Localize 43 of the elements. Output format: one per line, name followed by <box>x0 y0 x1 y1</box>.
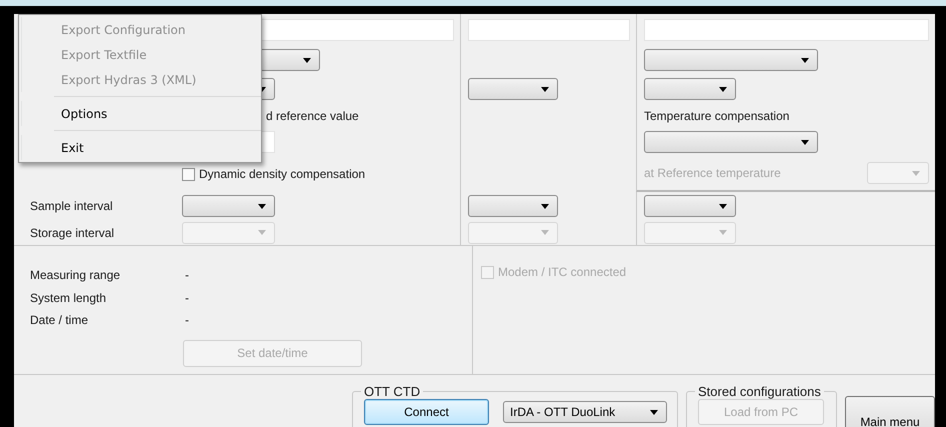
info-value: - <box>185 290 190 305</box>
field-label: Temperature compensation <box>644 109 790 123</box>
text-field[interactable] <box>644 19 929 41</box>
checkbox-label: Dynamic density compensation <box>199 167 366 181</box>
dropdown-caret-icon <box>541 86 549 92</box>
port-dropdown[interactable]: IrDA - OTT DuoLink <box>503 401 667 423</box>
dropdown[interactable] <box>644 49 818 71</box>
dropdown-caret-icon <box>719 204 727 208</box>
info-value: - <box>185 268 190 282</box>
dropdown[interactable] <box>644 195 736 217</box>
info-label: Measuring range <box>30 268 122 282</box>
info-label: Date / time <box>30 313 90 328</box>
group-title: OTT CTD <box>363 384 422 399</box>
dropdown[interactable] <box>182 195 275 217</box>
text-field[interactable] <box>468 19 630 41</box>
connect-button[interactable]: Connect <box>364 399 489 425</box>
dropdown-caret-icon <box>912 170 920 176</box>
info-label: System length <box>30 290 108 305</box>
checkbox[interactable] <box>182 168 195 180</box>
dropdown[interactable] <box>644 78 736 100</box>
dropdown-caret-icon <box>801 58 809 62</box>
field-label: d reference value <box>266 109 359 123</box>
main-menu-button[interactable]: Main menu <box>845 396 935 427</box>
dropdown[interactable] <box>468 78 558 100</box>
dropdown-caret-icon <box>258 204 266 208</box>
dropdown-caret-icon <box>801 140 809 144</box>
field-label: at Reference temperature <box>644 166 781 180</box>
menu-item[interactable]: Options <box>21 101 261 126</box>
field-label: Storage interval <box>30 226 114 240</box>
dropdown-caret-icon <box>650 410 658 414</box>
dropdown-caret-icon <box>541 204 549 208</box>
dropdown-caret-icon <box>719 86 727 92</box>
dropdown[interactable] <box>644 131 818 153</box>
dropdown-caret-icon <box>719 230 727 235</box>
dropdown[interactable] <box>468 195 558 217</box>
group-title: Stored configurations <box>697 384 822 399</box>
checkbox-label: Modem / ITC connected <box>498 265 626 279</box>
dropdown-caret-icon <box>258 230 266 235</box>
menu-item[interactable]: Exit <box>21 135 261 160</box>
info-value: - <box>185 313 190 328</box>
field-label: Sample interval <box>30 199 113 213</box>
dropdown-caret-icon <box>303 58 311 62</box>
dropdown-caret-icon <box>541 230 549 235</box>
